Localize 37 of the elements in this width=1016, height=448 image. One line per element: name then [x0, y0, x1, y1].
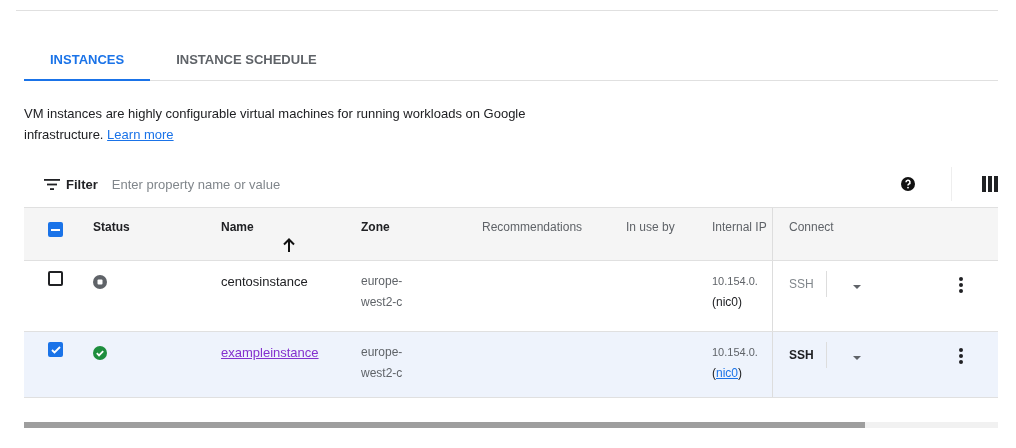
column-header[interactable]: Status [93, 208, 130, 234]
instance-name-link[interactable]: exampleinstance [221, 345, 319, 360]
zone-text: europe-west2-c [361, 344, 404, 382]
columns-icon[interactable] [982, 176, 998, 192]
column-header[interactable]: In use by [626, 208, 675, 234]
more-options-icon[interactable] [958, 348, 963, 364]
column-header[interactable]: Recommendations [482, 208, 583, 234]
checkmark-icon [50, 345, 61, 354]
filter-icon [44, 178, 60, 190]
internal-ip-text: 10.154.0. [712, 274, 758, 289]
nic-text: (nic0) [712, 294, 742, 311]
dropdown-caret-icon[interactable] [852, 285, 861, 289]
row-checkbox[interactable] [48, 271, 63, 286]
column-header[interactable]: Connect [789, 208, 834, 234]
row-checkbox[interactable] [48, 342, 63, 357]
ssh-button[interactable]: SSH [773, 271, 827, 297]
internal-ip-text: 10.154.0. [712, 345, 758, 360]
nic-text: (nic0) [712, 365, 742, 382]
minus-icon [51, 228, 60, 231]
zone-text: europe-west2-c [361, 273, 404, 311]
ssh-button[interactable]: SSH [773, 342, 827, 368]
column-header[interactable]: Zone [361, 208, 390, 234]
nic-link[interactable]: nic0 [716, 366, 738, 380]
filter-label: Filter [66, 176, 98, 192]
sort-arrow-icon[interactable] [283, 238, 295, 252]
more-options-icon[interactable] [958, 277, 963, 293]
instance-name: centosinstance [221, 274, 308, 289]
description-text: VM instances are highly configurable virtual machines for running workloads on Google infrastructure. Learn more [24, 105, 527, 144]
column-header[interactable]: Name [221, 208, 254, 234]
column-header[interactable]: Internal IP [712, 208, 767, 234]
horizontal-scrollbar[interactable] [24, 422, 998, 428]
learn-more-link[interactable]: Learn more [107, 127, 174, 142]
tab[interactable]: INSTANCE SCHEDULE [150, 39, 343, 81]
select-all-checkbox[interactable] [48, 222, 63, 237]
dropdown-caret-icon[interactable] [852, 356, 861, 360]
help-icon[interactable] [901, 177, 915, 191]
tab[interactable]: INSTANCES [24, 39, 151, 81]
